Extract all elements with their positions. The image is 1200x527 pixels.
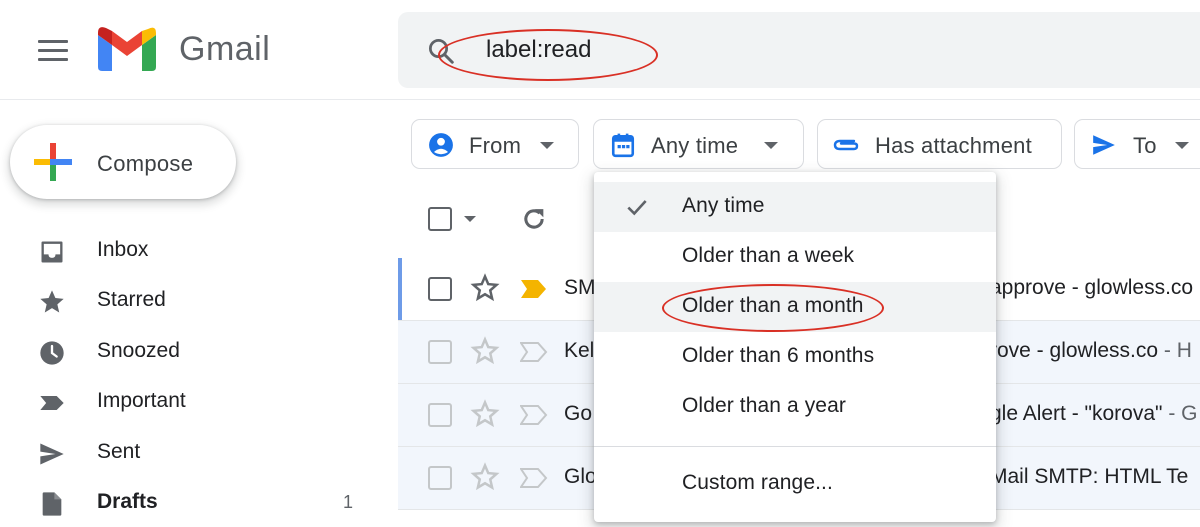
- send-icon: [40, 443, 64, 465]
- filter-chip-from[interactable]: From: [411, 119, 579, 169]
- chip-label: From: [469, 133, 522, 158]
- main-menu-icon[interactable]: [38, 40, 68, 62]
- sidebar-item-important[interactable]: Important: [0, 377, 380, 427]
- sidebar-item-sent[interactable]: Sent: [0, 428, 380, 478]
- refresh-icon[interactable]: [520, 205, 548, 233]
- sidebar-item-drafts[interactable]: Drafts 1: [0, 478, 380, 527]
- sidebar-item-label: Important: [97, 389, 186, 413]
- inbox-icon: [41, 241, 63, 263]
- filter-chip-to[interactable]: To: [1074, 119, 1200, 169]
- row-checkbox[interactable]: [428, 466, 452, 490]
- email-subject: Mail SMTP: HTML Te: [990, 465, 1189, 488]
- select-all-checkbox[interactable]: [428, 207, 452, 231]
- menu-item-label: Older than a week: [682, 244, 855, 267]
- menu-item-older-than-week[interactable]: Older than a week: [594, 232, 996, 282]
- search-icon[interactable]: [426, 36, 456, 66]
- star-outline-icon[interactable]: [470, 336, 500, 366]
- menu-divider: [594, 446, 996, 447]
- sidebar-item-label: Sent: [97, 439, 141, 463]
- attachment-icon: [833, 139, 859, 151]
- sidebar-item-label: Inbox: [97, 238, 149, 261]
- top-header: Gmail: [0, 0, 1200, 100]
- compose-button[interactable]: Compose: [10, 125, 236, 199]
- menu-item-custom-range[interactable]: Custom range...: [594, 459, 996, 509]
- menu-item-label: Older than a year: [682, 394, 846, 417]
- star-icon: [40, 290, 64, 313]
- compose-label: Compose: [97, 151, 194, 176]
- star-outline-icon[interactable]: [470, 273, 500, 303]
- select-options-chevron-icon[interactable]: [464, 216, 476, 222]
- time-filter-menu: Any time Older than a week Older than a …: [594, 172, 996, 522]
- menu-item-label: Older than a month: [682, 294, 864, 317]
- send-icon: [1093, 135, 1115, 155]
- sidebar-item-starred[interactable]: Starred: [0, 276, 380, 326]
- chip-label: To: [1133, 133, 1157, 158]
- chevron-down-icon: [764, 142, 778, 149]
- row-checkbox[interactable]: [428, 340, 452, 364]
- sidebar-nav: Inbox Starred Snoozed Important Sent Dra…: [0, 226, 380, 527]
- email-subject: approve - glowless.co: [990, 276, 1194, 299]
- search-bar[interactable]: [398, 12, 1200, 88]
- row-checkbox[interactable]: [428, 277, 452, 301]
- menu-item-label: Any time: [682, 194, 765, 217]
- row-checkbox[interactable]: [428, 403, 452, 427]
- star-outline-icon[interactable]: [470, 399, 500, 429]
- clock-icon: [40, 341, 64, 365]
- person-icon: [429, 133, 453, 157]
- email-sender: Kel: [564, 339, 595, 362]
- app-name: Gmail: [179, 30, 271, 68]
- search-input[interactable]: [486, 36, 886, 64]
- drafts-count: 1: [343, 491, 354, 512]
- star-outline-icon[interactable]: [470, 462, 500, 492]
- check-icon: [627, 200, 647, 216]
- email-subject: rove - glowless.co - H: [990, 339, 1192, 362]
- chip-label: Has attachment: [875, 133, 1032, 158]
- email-sender: SM: [564, 276, 596, 299]
- draft-icon: [42, 492, 62, 516]
- sidebar-item-label: Drafts: [97, 489, 158, 513]
- menu-item-label: Older than 6 months: [682, 344, 875, 367]
- calendar-icon: [611, 133, 635, 158]
- menu-item-label: Custom range...: [682, 471, 833, 494]
- menu-item-older-than-year[interactable]: Older than a year: [594, 382, 996, 432]
- filter-chip-has-attachment[interactable]: Has attachment: [817, 119, 1062, 169]
- menu-item-older-than-6-months[interactable]: Older than 6 months: [594, 332, 996, 382]
- email-sender: Go: [564, 402, 593, 425]
- chevron-down-icon: [1175, 142, 1189, 149]
- email-subject: gle Alert - "korova" - G: [990, 402, 1198, 425]
- important-marker-icon[interactable]: [520, 278, 548, 300]
- compose-plus-icon: [34, 143, 72, 181]
- chip-label: Any time: [651, 133, 739, 158]
- important-outline-icon[interactable]: [520, 404, 548, 426]
- menu-item-older-than-month[interactable]: Older than a month: [594, 282, 996, 332]
- important-icon: [40, 396, 64, 411]
- important-outline-icon[interactable]: [520, 341, 548, 363]
- chevron-down-icon: [540, 142, 554, 149]
- important-outline-icon[interactable]: [520, 467, 548, 489]
- sidebar-item-label: Starred: [97, 288, 166, 312]
- gmail-logo-icon[interactable]: [98, 27, 156, 71]
- filter-chip-any-time[interactable]: Any time: [593, 119, 804, 169]
- sidebar-item-inbox[interactable]: Inbox: [0, 226, 380, 276]
- sidebar-item-label: Snoozed: [97, 338, 180, 362]
- email-sender: Glo: [564, 465, 597, 488]
- sidebar-item-snoozed[interactable]: Snoozed: [0, 327, 380, 377]
- menu-item-any-time[interactable]: Any time: [594, 182, 996, 232]
